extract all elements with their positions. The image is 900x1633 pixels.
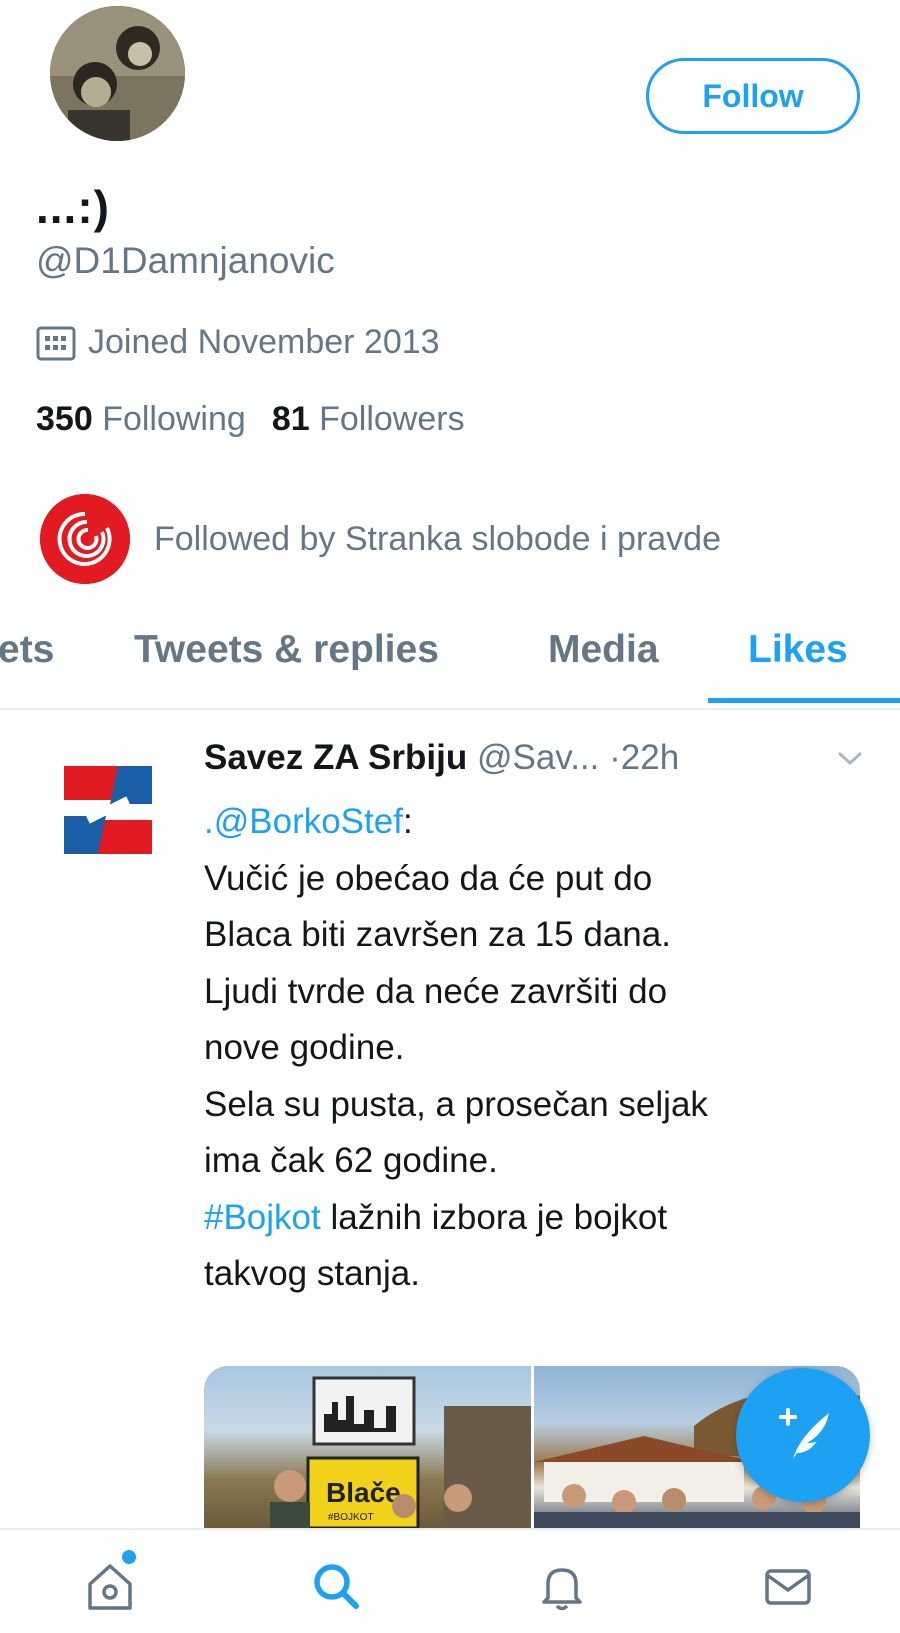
- calendar-icon: [36, 326, 76, 360]
- tweet-author-handle[interactable]: @Sav...: [477, 738, 599, 777]
- swirl-logo-icon: [40, 494, 130, 584]
- followed-by-avatar: [40, 494, 130, 584]
- tweet-author-name[interactable]: Savez ZA Srbiju: [204, 738, 467, 777]
- compose-tweet-button[interactable]: [736, 1368, 870, 1502]
- follow-stats: 350 Following 81 Followers: [36, 400, 465, 439]
- tweet-menu[interactable]: [836, 748, 864, 773]
- profile-tabs: ets Tweets & replies Media Likes: [0, 628, 900, 710]
- bell-icon: [542, 1568, 582, 1611]
- tweet-mention-suffix: :: [402, 802, 413, 841]
- tweet-author-avatar[interactable]: [58, 760, 158, 860]
- tweet-body-text: Vučić je obećao da će put do Blaca biti …: [204, 858, 708, 1181]
- tab-likes[interactable]: Likes: [748, 628, 848, 672]
- active-tab-indicator: [708, 698, 900, 703]
- town-sign-small-text: #BOJKOT: [328, 1512, 374, 1523]
- nav-home[interactable]: [80, 1550, 140, 1616]
- mail-icon: [765, 1569, 811, 1605]
- savez-logo-icon: [64, 766, 152, 854]
- tweet-header: Savez ZA Srbiju @Sav... ·22h: [204, 738, 679, 778]
- followers-count: 81: [271, 400, 310, 438]
- follow-button[interactable]: Follow: [646, 58, 860, 134]
- tabs-divider: [0, 708, 900, 710]
- chevron-down-icon: [838, 752, 862, 766]
- joined-date: Joined November 2013: [36, 323, 440, 362]
- compose-tweet-icon: [779, 1408, 829, 1459]
- nav-search[interactable]: [306, 1556, 366, 1616]
- tab-media[interactable]: Media: [548, 628, 659, 672]
- search-icon: [314, 1564, 359, 1609]
- following-link[interactable]: 350 Following: [36, 400, 246, 438]
- nav-notifications[interactable]: [532, 1556, 592, 1616]
- tweet-time: ·22h: [609, 738, 680, 777]
- hashtag-link[interactable]: #Bojkot: [204, 1198, 321, 1237]
- home-icon: [88, 1564, 132, 1610]
- tweet-body: .@BorkoStef: Vučić je obećao da će put d…: [204, 794, 884, 1303]
- tab-tweets[interactable]: ets: [0, 628, 54, 672]
- nav-messages[interactable]: [758, 1556, 818, 1616]
- avatar-photo: [50, 6, 185, 141]
- bottom-navigation: [0, 1528, 900, 1633]
- home-notification-dot: [122, 1550, 136, 1564]
- followers-label: Followers: [319, 400, 465, 438]
- followed-by-label: Followed by Stranka slobode i pravde: [154, 519, 721, 558]
- joined-label: Joined November 2013: [88, 323, 440, 361]
- profile-handle: @D1Damnjanovic: [36, 240, 335, 281]
- display-name: ...:): [36, 181, 110, 233]
- tweet-mention-link[interactable]: .@BorkoStef: [204, 802, 403, 841]
- followers-link[interactable]: 81 Followers: [272, 400, 465, 438]
- following-count: 350: [36, 400, 93, 438]
- tab-tweets-replies[interactable]: Tweets & replies: [134, 628, 439, 672]
- town-sign-text: Blače: [326, 1477, 401, 1508]
- tweet-photo-1[interactable]: Blače #BOJKOT: [204, 1366, 531, 1528]
- town-sign-photo: Blače #BOJKOT: [270, 1376, 531, 1528]
- followed-by-row[interactable]: Followed by Stranka slobode i pravde: [40, 494, 721, 584]
- following-label: Following: [102, 400, 246, 438]
- profile-avatar[interactable]: [50, 6, 185, 141]
